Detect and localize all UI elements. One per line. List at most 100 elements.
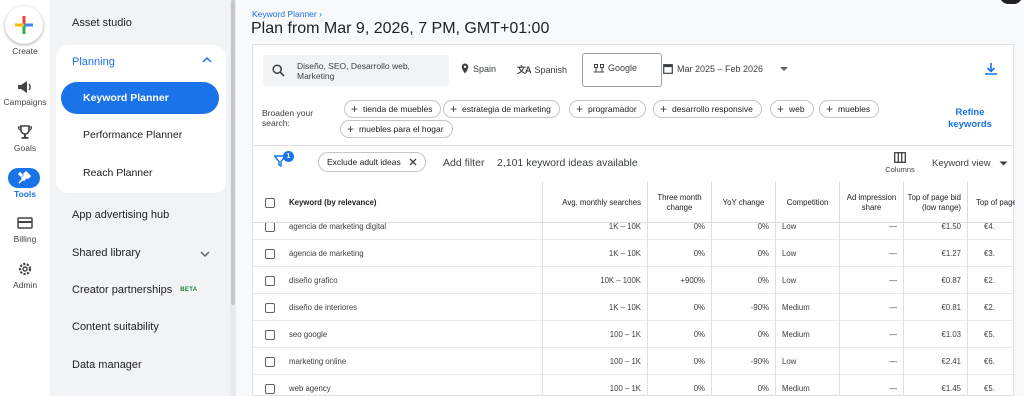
sidebar-item-asset-studio[interactable]: Asset studio bbox=[72, 17, 132, 29]
table-row[interactable]: agencia de marketing 1K – 10K 0% 0% Low — €1.2… bbox=[253, 240, 1015, 267]
keyword-cell: web agency bbox=[289, 384, 331, 393]
competition-cell: Medium bbox=[775, 375, 839, 396]
sidebar-item-data-manager[interactable]: Data manager bbox=[72, 359, 142, 371]
ad-impression-share-cell: — bbox=[839, 223, 903, 240]
avatar[interactable] bbox=[998, 0, 1024, 6]
table-row[interactable]: agencia de marketing digital 1K – 10K 0% 0%… bbox=[253, 223, 1015, 240]
yoy-change-cell: -90% bbox=[711, 348, 775, 375]
broaden-chip[interactable]: + tienda de muebles bbox=[344, 100, 442, 118]
broaden-chip[interactable]: + programador bbox=[569, 100, 646, 118]
row-checkbox[interactable] bbox=[265, 223, 275, 232]
chevron-up-icon[interactable] bbox=[202, 55, 212, 67]
breadcrumb[interactable]: Keyword Planner › bbox=[252, 9, 322, 19]
header-three-month-change[interactable]: Three month change bbox=[647, 182, 711, 223]
ad-impression-share-cell: — bbox=[839, 375, 903, 396]
select-all-checkbox[interactable] bbox=[265, 197, 275, 208]
chip-label: desarrollo responsive bbox=[672, 104, 753, 114]
megaphone-icon[interactable] bbox=[14, 78, 36, 96]
close-icon[interactable] bbox=[409, 158, 417, 166]
refine-keywords-button[interactable]: Refine keywords bbox=[939, 107, 1001, 131]
yoy-change-cell: 0% bbox=[711, 321, 775, 348]
header-keyword[interactable]: Keyword (by relevance) bbox=[287, 182, 542, 223]
trophy-icon[interactable] bbox=[14, 123, 36, 141]
broaden-chip[interactable]: + estrategia de marketing bbox=[443, 100, 560, 118]
download-icon[interactable] bbox=[985, 62, 997, 78]
language-filter[interactable]: 文A Spanish bbox=[517, 63, 567, 76]
keyword-ideas-count: 2,101 keyword ideas available bbox=[497, 157, 638, 169]
plus-icon: + bbox=[450, 102, 458, 116]
row-checkbox[interactable] bbox=[265, 329, 275, 340]
broaden-chip[interactable]: + web bbox=[770, 100, 814, 118]
chevron-down-icon[interactable] bbox=[200, 249, 210, 261]
campaigns-label[interactable]: Campaigns bbox=[0, 97, 50, 107]
three-month-change-cell: 0% bbox=[647, 240, 711, 267]
breadcrumb-link[interactable]: Keyword Planner bbox=[252, 9, 317, 19]
sidebar-item-shared-library[interactable]: Shared library bbox=[72, 247, 140, 259]
sidebar-item-reach-planner[interactable]: Reach Planner bbox=[83, 167, 152, 179]
sidebar-item-performance-planner[interactable]: Performance Planner bbox=[83, 129, 182, 141]
admin-label[interactable]: Admin bbox=[0, 280, 50, 290]
creator-partnerships-label: Creator partnerships bbox=[72, 284, 173, 296]
sidebar-item-app-advertising-hub[interactable]: App advertising hub bbox=[72, 209, 169, 221]
location-filter[interactable]: Spain bbox=[461, 63, 496, 74]
row-checkbox[interactable] bbox=[265, 383, 275, 394]
search-icon bbox=[272, 64, 285, 77]
sidebar-item-content-suitability[interactable]: Content suitability bbox=[72, 321, 159, 333]
row-checkbox[interactable] bbox=[265, 248, 275, 259]
header-competition[interactable]: Competition bbox=[775, 182, 839, 223]
table-row[interactable]: diseño de interiores 1K – 10K 0% -90% Medium… bbox=[253, 294, 1015, 321]
sidebar-item-planning[interactable]: Planning bbox=[72, 56, 115, 68]
network-filter[interactable]: Google bbox=[582, 53, 662, 87]
table-row[interactable]: web agency 100 – 1K 0% 0% Medium — €1.45 €5. bbox=[253, 375, 1015, 396]
plus-icon: + bbox=[576, 102, 584, 116]
ad-impression-share-cell: — bbox=[839, 240, 903, 267]
tools-label[interactable]: Tools bbox=[0, 189, 50, 199]
broaden-chip[interactable]: + muebles bbox=[819, 100, 880, 118]
header-top-bid-high[interactable]: Top of page bid (high range) bbox=[967, 182, 1015, 223]
broaden-chip[interactable]: + muebles para el hogar bbox=[340, 120, 453, 138]
sidebar-item-keyword-planner[interactable]: Keyword Planner bbox=[61, 82, 219, 114]
filter-count-badge: 1 bbox=[283, 151, 294, 162]
billing-label[interactable]: Billing bbox=[0, 234, 50, 244]
competition-cell: Medium bbox=[775, 294, 839, 321]
ad-impression-share-cell: — bbox=[839, 267, 903, 294]
tools-icon[interactable] bbox=[8, 168, 40, 188]
row-checkbox[interactable] bbox=[265, 275, 275, 286]
credit-card-icon[interactable] bbox=[14, 214, 36, 232]
refine-label: Refine keywords bbox=[948, 107, 992, 130]
exclude-adult-chip[interactable]: Exclude adult ideas bbox=[318, 152, 426, 172]
header-ad-impression-share[interactable]: Ad impression share bbox=[839, 182, 903, 223]
broaden-chip[interactable]: + desarrollo responsive bbox=[653, 100, 762, 118]
row-checkbox[interactable] bbox=[265, 302, 275, 313]
add-filter-button[interactable]: Add filter bbox=[443, 157, 484, 169]
sidebar-scrollbar-thumb[interactable] bbox=[231, 0, 235, 305]
date-range-filter[interactable]: Mar 2025 – Feb 2026 bbox=[663, 63, 789, 74]
sidebar-item-creator-partnerships[interactable]: Creator partnerships BETA bbox=[72, 284, 197, 296]
header-top-bid-low[interactable]: Top of page bid (low range) bbox=[903, 182, 967, 223]
plus-icon bbox=[15, 16, 33, 34]
top-bid-low-cell: €1.50 bbox=[903, 223, 967, 240]
table-row[interactable]: diseño grafico 10K – 100K +900% 0% Low — €0.87… bbox=[253, 267, 1015, 294]
broaden-label: Broaden your search: bbox=[262, 108, 322, 128]
chip-label: programador bbox=[588, 104, 637, 114]
beta-badge: BETA bbox=[180, 287, 198, 294]
columns-icon bbox=[894, 152, 906, 163]
header-avg-monthly-searches[interactable]: Avg. monthly searches bbox=[542, 182, 647, 223]
search-input[interactable]: Diseño, SEO, Desarrollo web, Marketing bbox=[263, 55, 449, 86]
left-rail: Create Campaigns Goals Tools Billing Adm… bbox=[0, 0, 50, 396]
gear-icon[interactable] bbox=[14, 260, 36, 278]
header-yoy-change[interactable]: YoY change bbox=[711, 182, 775, 223]
keyword-view-dropdown[interactable]: Keyword view bbox=[932, 158, 1008, 169]
columns-button[interactable]: Columns bbox=[883, 152, 917, 174]
goals-label[interactable]: Goals bbox=[0, 143, 50, 153]
top-bid-low-cell: €0.81 bbox=[903, 294, 967, 321]
planning-section: Planning Keyword Planner Performance Pla… bbox=[56, 45, 226, 193]
row-select-cell bbox=[253, 321, 287, 348]
avg-monthly-searches-cell: 1K – 10K bbox=[542, 294, 647, 321]
keyword-cell: diseño de interiores bbox=[289, 303, 358, 312]
create-button[interactable] bbox=[5, 6, 43, 44]
table-row[interactable]: marketing online 100 – 1K 0% -90% Low — €2.41 €… bbox=[253, 348, 1015, 375]
keyword-view-label: Keyword view bbox=[932, 158, 991, 169]
row-checkbox[interactable] bbox=[265, 356, 275, 367]
table-row[interactable]: seo google 100 – 1K 0% 0% Medium — €1.03 €5. bbox=[253, 321, 1015, 348]
